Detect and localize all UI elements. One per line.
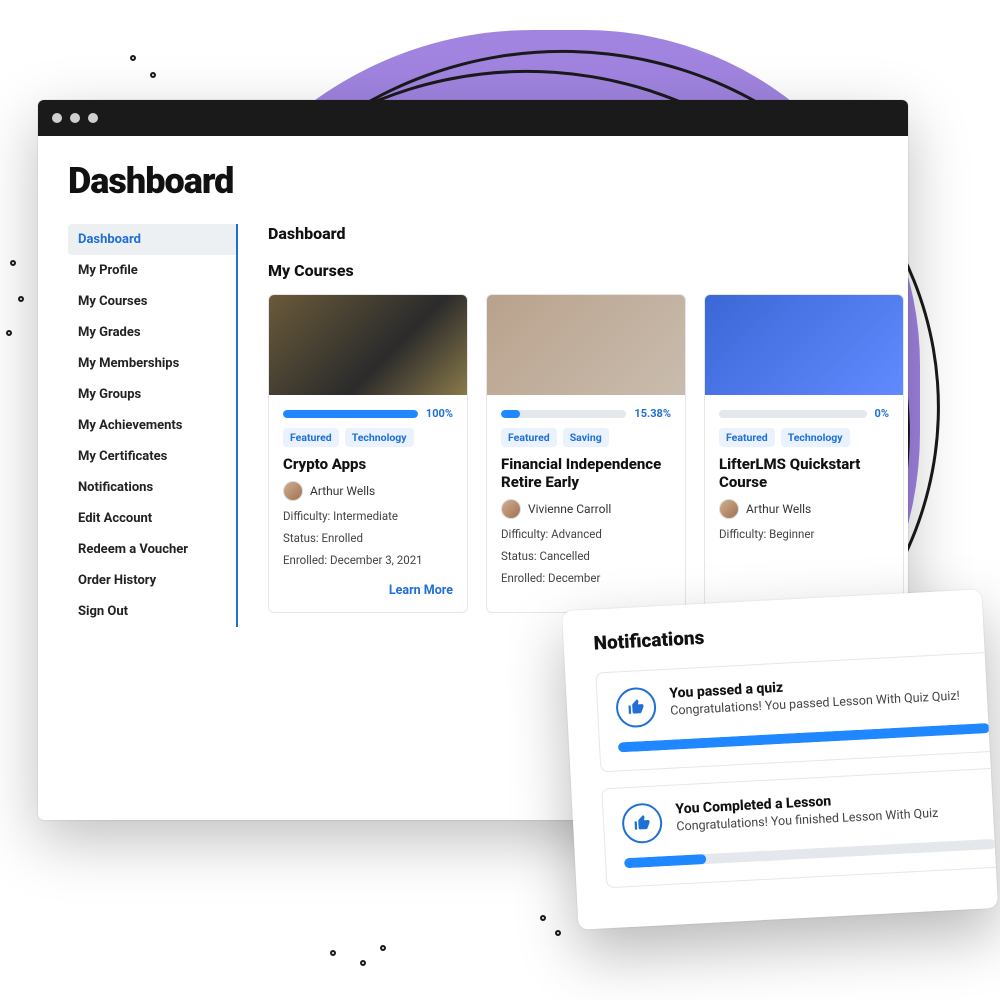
decor-dot bbox=[380, 945, 386, 951]
page-title: Dashboard bbox=[68, 160, 878, 202]
course-progress-value: 0% bbox=[875, 407, 889, 420]
window-titlebar bbox=[38, 100, 908, 136]
course-cards: 100% Featured Technology Crypto Apps Arth… bbox=[268, 294, 904, 613]
course-enrolled-date: Enrolled: December bbox=[501, 571, 671, 585]
course-progress-value: 100% bbox=[426, 407, 453, 420]
thumbs-up-icon bbox=[615, 686, 657, 728]
course-thumbnail bbox=[487, 295, 685, 395]
course-author[interactable]: Arthur Wells bbox=[719, 499, 889, 519]
course-author[interactable]: Arthur Wells bbox=[283, 481, 453, 501]
decor-dot bbox=[540, 915, 546, 921]
notification-progress bbox=[624, 839, 996, 868]
notifications-panel: Notifications You passed a quiz Congratu… bbox=[562, 589, 998, 930]
course-difficulty: Difficulty: Intermediate bbox=[283, 509, 453, 523]
sidebar-item-edit-account[interactable]: Edit Account bbox=[68, 503, 236, 534]
main-content: Dashboard My Courses 100% Featured Techno… bbox=[268, 224, 904, 627]
course-card[interactable]: 15.38% Featured Saving Financial Independ… bbox=[486, 294, 686, 613]
notification-progress bbox=[618, 723, 990, 752]
decor-dot bbox=[555, 930, 561, 936]
course-tag[interactable]: Featured bbox=[283, 428, 339, 447]
decor-dot bbox=[150, 72, 156, 78]
sidebar-item-my-profile[interactable]: My Profile bbox=[68, 255, 236, 286]
sidebar-item-my-courses[interactable]: My Courses bbox=[68, 286, 236, 317]
sidebar-item-redeem-a-voucher[interactable]: Redeem a Voucher bbox=[68, 534, 236, 565]
decor-dot bbox=[360, 960, 366, 966]
window-control-close[interactable] bbox=[52, 113, 62, 123]
decor-dot bbox=[6, 330, 12, 336]
course-status: Status: Cancelled bbox=[501, 549, 671, 563]
course-card[interactable]: 0% Featured Technology LifterLMS Quicksta… bbox=[704, 294, 904, 613]
decor-dot bbox=[10, 260, 16, 266]
sidebar-item-dashboard[interactable]: Dashboard bbox=[68, 224, 236, 255]
course-status: Status: Enrolled bbox=[283, 531, 453, 545]
sidebar-item-order-history[interactable]: Order History bbox=[68, 565, 236, 596]
course-tag[interactable]: Featured bbox=[719, 428, 775, 447]
course-thumbnail bbox=[705, 295, 903, 395]
notifications-title: Notifications bbox=[593, 611, 984, 654]
section-heading-dashboard: Dashboard bbox=[268, 224, 904, 243]
course-card[interactable]: 100% Featured Technology Crypto Apps Arth… bbox=[268, 294, 468, 613]
avatar bbox=[719, 499, 739, 519]
course-tag[interactable]: Saving bbox=[563, 428, 609, 447]
sidebar-item-sign-out[interactable]: Sign Out bbox=[68, 596, 236, 627]
sidebar-item-my-groups[interactable]: My Groups bbox=[68, 379, 236, 410]
course-tag[interactable]: Technology bbox=[345, 428, 414, 447]
decor-dot bbox=[330, 950, 336, 956]
notification-item[interactable]: You Completed a Lesson Congratulations! … bbox=[601, 767, 998, 888]
course-enrolled-date: Enrolled: December 3, 2021 bbox=[283, 553, 453, 567]
course-difficulty: Difficulty: Beginner bbox=[719, 527, 889, 541]
avatar bbox=[283, 481, 303, 501]
window-control-min[interactable] bbox=[70, 113, 80, 123]
course-title: LifterLMS Quickstart Course bbox=[719, 455, 889, 491]
course-title: Financial Independence Retire Early bbox=[501, 455, 671, 491]
thumbs-up-icon bbox=[621, 802, 663, 844]
course-tag[interactable]: Technology bbox=[781, 428, 850, 447]
sidebar-item-my-grades[interactable]: My Grades bbox=[68, 317, 236, 348]
section-heading-my-courses: My Courses bbox=[268, 261, 904, 280]
course-progress-bar bbox=[719, 410, 867, 418]
course-author[interactable]: Vivienne Carroll bbox=[501, 499, 671, 519]
decor-dot bbox=[130, 55, 136, 61]
notification-item[interactable]: You passed a quiz Congratulations! You p… bbox=[595, 651, 998, 772]
sidebar-item-my-certificates[interactable]: My Certificates bbox=[68, 441, 236, 472]
avatar bbox=[501, 499, 521, 519]
sidebar-item-notifications[interactable]: Notifications bbox=[68, 472, 236, 503]
course-tag[interactable]: Featured bbox=[501, 428, 557, 447]
window-control-max[interactable] bbox=[88, 113, 98, 123]
learn-more-link[interactable]: Learn More bbox=[283, 583, 453, 598]
course-difficulty: Difficulty: Advanced bbox=[501, 527, 671, 541]
decor-dot bbox=[18, 296, 24, 302]
course-progress-value: 15.38% bbox=[634, 407, 671, 420]
course-thumbnail bbox=[269, 295, 467, 395]
course-progress-bar bbox=[501, 410, 626, 418]
sidebar-item-my-memberships[interactable]: My Memberships bbox=[68, 348, 236, 379]
course-title: Crypto Apps bbox=[283, 455, 453, 473]
sidebar-nav: DashboardMy ProfileMy CoursesMy GradesMy… bbox=[68, 224, 238, 627]
sidebar-item-my-achievements[interactable]: My Achievements bbox=[68, 410, 236, 441]
course-progress-bar bbox=[283, 410, 418, 418]
